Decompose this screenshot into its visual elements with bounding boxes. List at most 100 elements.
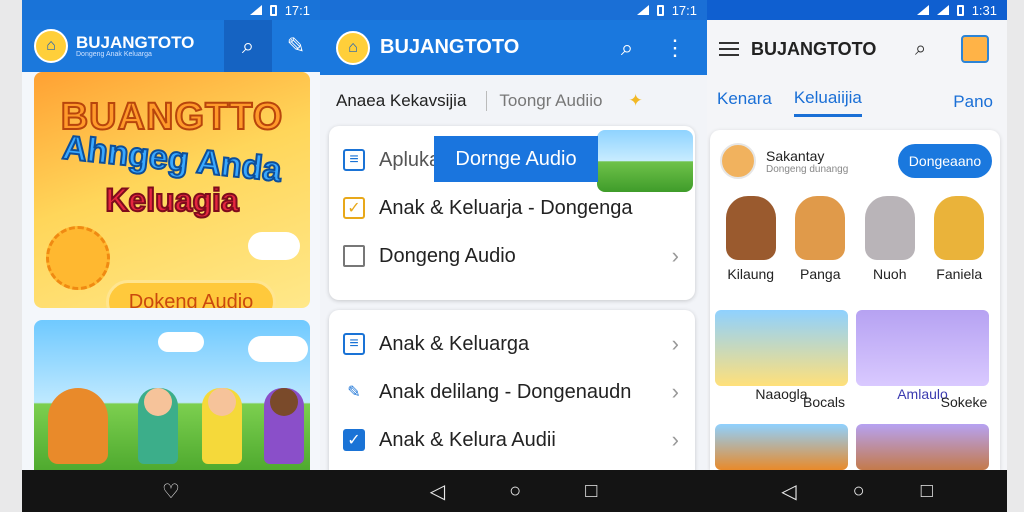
list-item[interactable]: Dongeng Audio › — [329, 232, 695, 280]
child-character — [264, 388, 304, 464]
wifi-icon — [916, 5, 929, 15]
highlight-button[interactable]: Dornge Audio — [434, 136, 598, 182]
audio-story-button[interactable]: Dokeng Audio — [106, 280, 276, 308]
hero-banner[interactable]: BUANGTTO Ahngeg Anda Keluagia Dokeng Aud… — [34, 72, 310, 308]
tab-family[interactable]: Anaea Kekavsijia — [336, 91, 466, 111]
giraffe-icon — [934, 196, 985, 260]
app-logo[interactable]: ⌂ — [336, 30, 370, 65]
sparkle-icon: ✦ — [628, 91, 643, 110]
search-icon: ⌕ — [620, 35, 634, 60]
recents-icon[interactable]: □ — [585, 480, 597, 503]
pen-icon: ✎ — [347, 384, 361, 401]
cloud-illustration — [248, 336, 308, 362]
character-item[interactable]: Faniela — [925, 192, 995, 282]
app-logo[interactable]: ⌂ — [34, 29, 68, 63]
checkbox-checked-icon: ✓ — [343, 429, 365, 451]
list-item[interactable]: ✎ Anak delilang - Dongenaudn › — [329, 368, 695, 416]
search-button[interactable]: ⌕ — [603, 22, 651, 74]
character-label: Faniela — [936, 266, 983, 282]
status-bar: 1:31 — [707, 0, 1007, 20]
story-tile[interactable] — [715, 424, 848, 470]
tile-label: Sokeke — [940, 394, 988, 410]
checkbox-empty-icon — [343, 245, 365, 267]
lion-character — [48, 388, 108, 464]
category-list-card: ≡ Aplukasa Dornge Audio ✓ Anak & Keluarj… — [329, 126, 695, 300]
follow-button[interactable]: Dongeaano — [898, 144, 992, 178]
child-character — [202, 388, 242, 464]
more-button[interactable]: ⋮ — [651, 22, 699, 74]
avatar[interactable] — [720, 143, 756, 179]
list-item[interactable]: ✓ Anak & Kelura Audii › — [329, 416, 695, 464]
story-card: Sakantay Dongeng dunangg Dongeaano Kilau… — [710, 130, 1000, 470]
story-author: Sakantay — [766, 147, 825, 164]
nav-bar: ♡ — [22, 470, 320, 512]
story-tile[interactable] — [715, 310, 848, 386]
character-label: Panga — [800, 266, 841, 282]
list-item-label: Anak & Keluarja - Dongenga — [379, 196, 633, 219]
nav-bar: ◁ ○ □ — [707, 470, 1007, 512]
search-button[interactable]: ⌕ — [224, 20, 272, 72]
bear-icon — [725, 196, 776, 260]
tab-row: Anaea Kekavsijia Toongr Audiio ✦ — [320, 75, 707, 127]
cloud-illustration — [248, 232, 300, 260]
story-tile[interactable] — [856, 424, 989, 470]
app-bar: ⌂ BUJANGTOTO ⌕ ⋮ — [320, 20, 707, 75]
character-label: Nuoh — [873, 266, 907, 282]
list-item-label: Anak & Keluarga — [379, 332, 530, 355]
battery-icon — [269, 4, 277, 16]
list-item-label: Dongeng Audio — [379, 244, 516, 267]
character-item[interactable]: Nuoh — [855, 192, 925, 282]
tab-kenara[interactable]: Kenara — [717, 89, 772, 115]
checkbox-checked-icon: ✓ — [343, 197, 365, 219]
edit-button[interactable]: ✎ — [272, 20, 320, 72]
app-bar: BUJANGTOTO ⌕ — [707, 20, 1007, 78]
status-time: 17:1 — [671, 2, 697, 18]
recents-icon[interactable]: □ — [921, 480, 933, 503]
list-item[interactable]: ≡ Anak & Keluarga › — [329, 320, 695, 368]
screen-characters: BUJANGTOTO ⌕ Kenara Keluaiijia Pano Saka… — [707, 20, 1007, 470]
kids-illustration-card[interactable] — [34, 320, 310, 470]
list-item[interactable]: ✓ Anak & Keluarja - Dongenga — [329, 184, 695, 232]
app-title: BUJANGTOTO — [76, 33, 195, 52]
wifi-icon — [636, 5, 649, 15]
chevron-right-icon: › — [671, 427, 679, 452]
status-bar: 17:1 — [320, 0, 707, 20]
back-icon[interactable]: ◁ — [430, 479, 445, 504]
back-icon[interactable]: ◁ — [781, 479, 796, 504]
wifi-icon — [249, 5, 262, 15]
app-title: BUJANGTOTO — [751, 38, 877, 59]
character-item[interactable]: Panga — [786, 192, 856, 282]
tab-keluarga[interactable]: Keluaiijia — [793, 88, 862, 117]
avatar[interactable] — [961, 35, 989, 63]
tile-label: Bocals — [802, 394, 846, 410]
status-bar: 17:1 — [22, 0, 320, 20]
menu-icon[interactable] — [719, 42, 739, 56]
list-item-label: Anak delilang - Dongenaudn — [379, 380, 632, 403]
heart-icon[interactable]: ♡ — [162, 479, 180, 504]
chevron-right-icon: › — [671, 379, 679, 404]
story-subtitle: Dongeng dunangg — [766, 163, 849, 175]
story-tile[interactable] — [856, 310, 989, 386]
app-title: BUJANGTOTO — [380, 36, 520, 58]
battery-icon — [956, 4, 964, 16]
tile-row — [715, 424, 989, 470]
home-icon[interactable]: ○ — [853, 480, 865, 503]
tile-row: Naaogla Amlaulo — [715, 310, 989, 402]
clipboard-icon: ≡ — [343, 149, 365, 171]
more-vert-icon: ⋮ — [664, 35, 686, 60]
nav-bar: ◁ ○ □ — [320, 470, 707, 512]
tab-audio[interactable]: Toongr Audiio — [499, 91, 602, 111]
home-icon[interactable]: ○ — [509, 480, 521, 503]
app-bar: ⌂ BUJANGTOTO Dongeng Anak Keluarga ⌕ ✎ — [22, 20, 320, 72]
list-item-label: Anak & Kelura Audii — [379, 428, 556, 451]
character-item[interactable]: Kilaung — [716, 192, 786, 282]
search-icon[interactable]: ⌕ — [915, 38, 926, 61]
signal-icon — [936, 5, 949, 15]
tab-row: Kenara Keluaiijia Pano — [707, 78, 1007, 126]
sun-illustration — [46, 226, 110, 290]
child-character — [138, 388, 178, 464]
story-header: Sakantay Dongeng dunangg Dongeaano — [710, 130, 1000, 192]
chevron-right-icon: › — [671, 243, 679, 268]
tab-pano[interactable]: Pano — [953, 92, 993, 112]
status-time: 1:31 — [971, 2, 997, 18]
